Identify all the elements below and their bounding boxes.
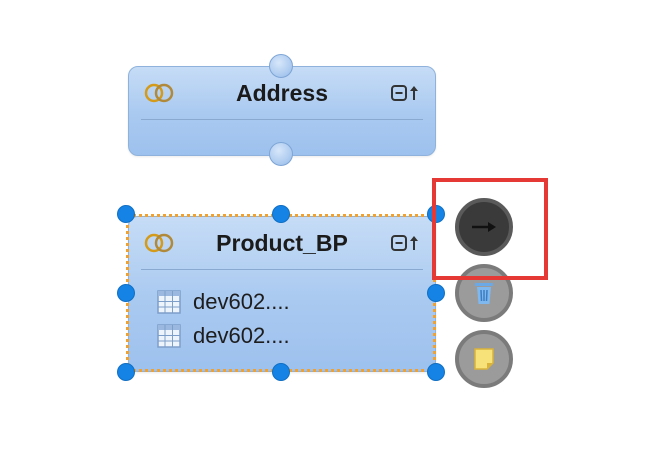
- address-input-port[interactable]: [269, 54, 293, 78]
- address-node-divider: [141, 119, 423, 120]
- resize-handle-bottom-left[interactable]: [117, 363, 135, 381]
- resize-handle-left[interactable]: [117, 284, 135, 302]
- resize-handle-bottom-right[interactable]: [427, 363, 445, 381]
- collapse-icon[interactable]: [391, 83, 423, 103]
- trash-icon: [475, 283, 493, 304]
- selection-frame: [126, 214, 436, 372]
- note-icon: [474, 348, 494, 370]
- address-node-title: Address: [235, 79, 329, 106]
- resize-handle-top-left[interactable]: [117, 205, 135, 223]
- highlight-box: [432, 178, 548, 280]
- resize-handle-right[interactable]: [427, 284, 445, 302]
- note-button[interactable]: [455, 330, 513, 388]
- resize-handle-top[interactable]: [272, 205, 290, 223]
- resize-handle-bottom[interactable]: [272, 363, 290, 381]
- address-output-port[interactable]: [269, 142, 293, 166]
